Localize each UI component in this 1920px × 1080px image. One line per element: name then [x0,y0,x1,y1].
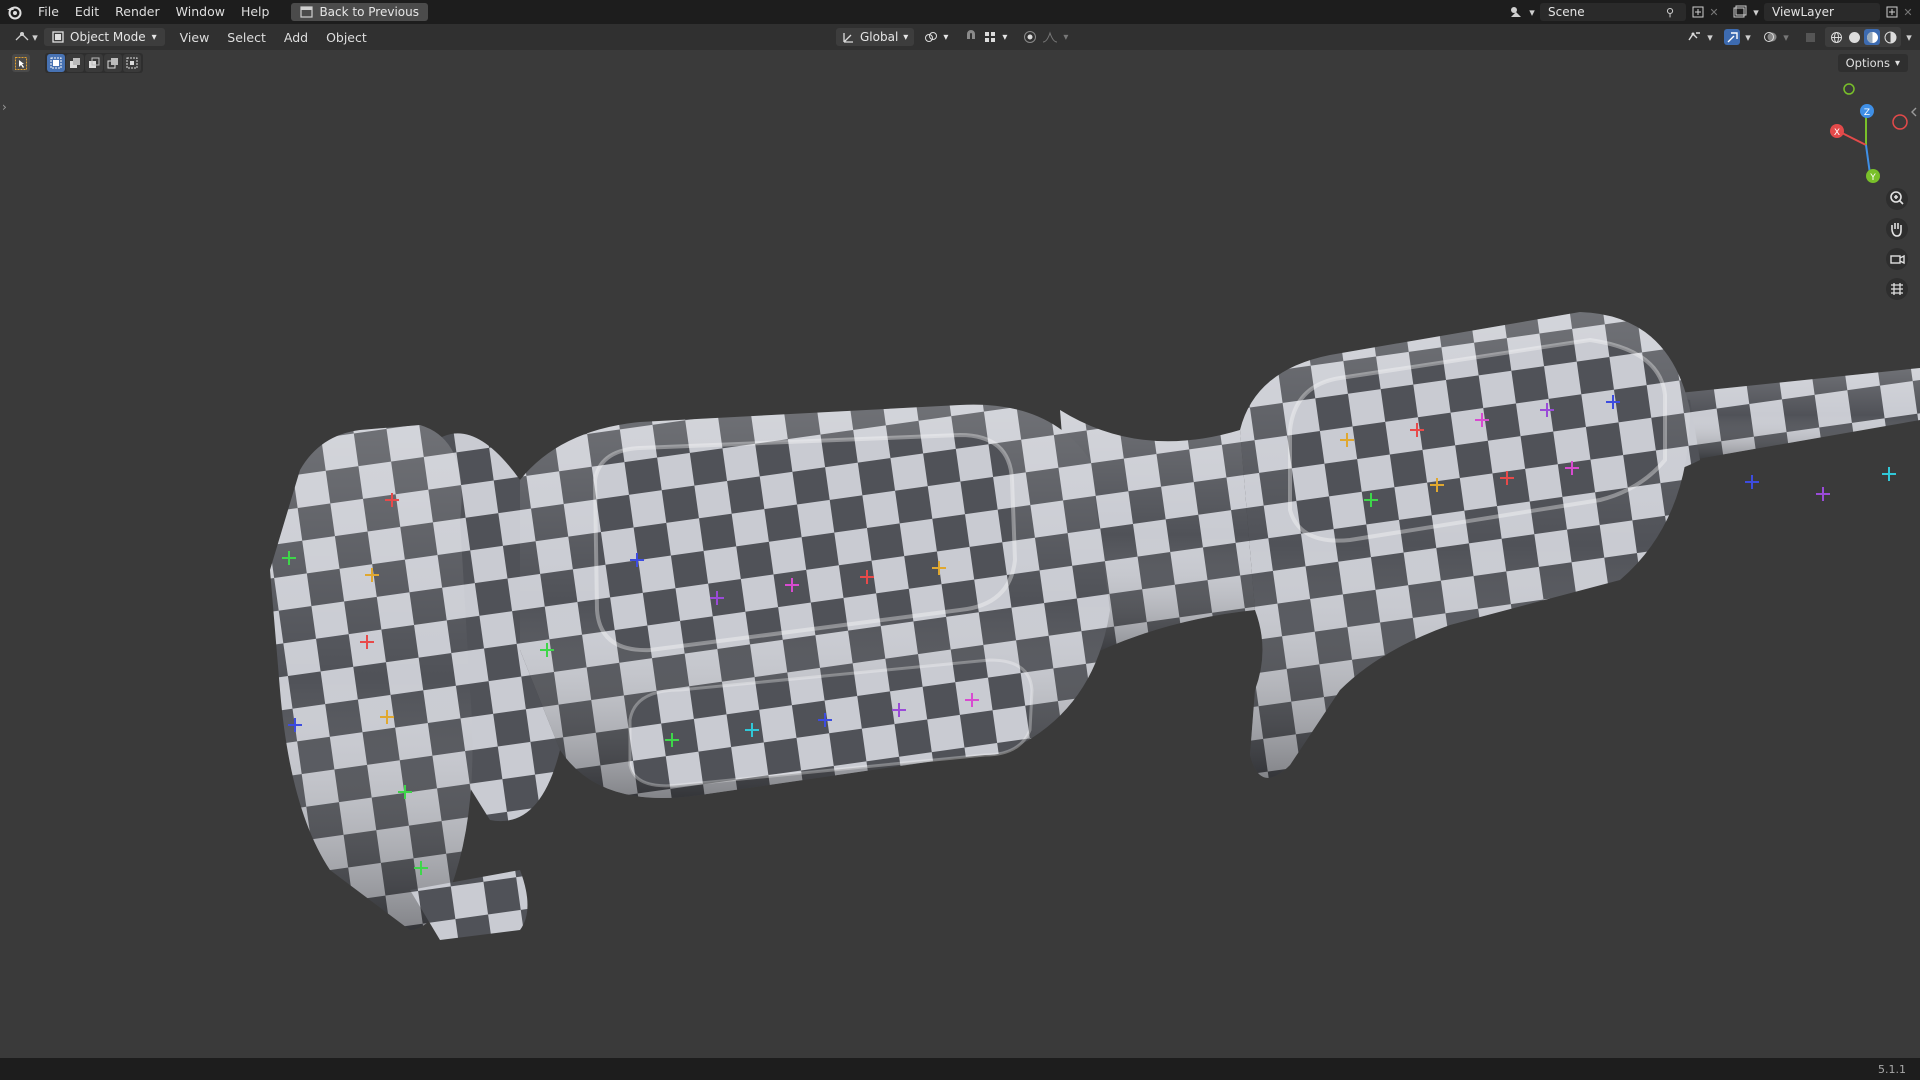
snap-icon [967,30,976,39]
menu-object[interactable]: Object [317,30,376,45]
menu-select[interactable]: Select [218,30,275,45]
pivot-point-icon [925,31,938,42]
ortho-grid-icon[interactable] [1886,278,1908,300]
transform-orientation-dropdown[interactable]: Global ▾ [836,28,915,46]
pin-icon[interactable]: ⚲ [1662,4,1678,20]
menu-add[interactable]: Add [275,30,317,45]
gizmo-toggle-icon[interactable] [1724,29,1740,45]
gizmo-neg-y-axis[interactable] [1843,83,1855,95]
chevron-down-icon[interactable]: ▾ [1705,29,1715,45]
camera-view-icon[interactable] [1886,248,1908,270]
overlays-icon[interactable] [1762,29,1778,45]
transform-tools: Global ▾ ▾ ▾ ▾ [836,24,1074,50]
top-bar: File Edit Render Window Help Back to Pre… [0,0,1920,24]
topbar-right: ▾ Scene ⚲ ✕ ▾ ViewLayer ✕ [1508,0,1920,24]
close-scene-icon[interactable]: ✕ [1706,4,1722,20]
wireframe-shading-icon[interactable] [1828,29,1844,45]
chevron-down-icon: ▾ [943,31,949,43]
scene-icon[interactable] [1508,4,1524,20]
shading-mode-group [1825,27,1901,47]
chevron-down-icon[interactable]: ▾ [1748,4,1764,20]
object-mode-icon [52,31,64,43]
proportional-edit-icon [1024,31,1037,43]
chevron-down-icon[interactable]: ▾ [1524,4,1540,20]
checkered-mesh-object[interactable] [270,312,1920,940]
scene-name: Scene [1548,5,1585,19]
rendered-shading-icon[interactable] [1882,29,1898,45]
back-to-previous-icon [300,6,314,18]
zoom-icon[interactable] [1886,188,1908,210]
solid-shading-icon[interactable] [1846,29,1862,45]
pivot-point-dropdown[interactable]: ▾ [918,28,954,46]
chevron-down-icon: ▾ [903,31,909,43]
gizmo-z-label: Z [1864,108,1870,118]
close-view-layer-icon[interactable]: ✕ [1900,4,1916,20]
chevron-down-icon: ▾ [1063,31,1069,43]
status-bar: 5.1.1 [0,1058,1920,1080]
pan-hand-icon[interactable] [1886,218,1908,240]
back-to-previous-label: Back to Previous [319,5,419,19]
sidebar-expand-arrow-icon[interactable] [1911,107,1917,117]
xray-toggle-icon[interactable] [1802,29,1818,45]
menu-edit[interactable]: Edit [67,0,107,24]
snap-target-icon [985,32,996,42]
snap-toggle[interactable]: ▾ [958,28,1013,46]
chevron-down-icon[interactable]: ▾ [1904,29,1914,45]
view-layer-field[interactable]: ViewLayer [1764,3,1880,21]
gizmo-neg-x-axis[interactable] [1892,114,1908,130]
falloff-curve-icon [1043,31,1058,43]
chevron-down-icon[interactable]: ▾ [30,29,40,45]
view-layer-name: ViewLayer [1772,5,1834,19]
chevron-down-icon[interactable]: ▾ [1781,29,1791,45]
menu-view[interactable]: View [171,30,219,45]
object-mode-dropdown[interactable]: Object Mode ▾ [44,28,165,46]
proportional-edit-toggle[interactable]: ▾ [1017,28,1074,46]
gizmo-x-label: X [1834,128,1840,138]
scene-name-field[interactable]: Scene ⚲ [1540,3,1686,21]
transform-orientation-icon [843,32,853,43]
chevron-down-icon: ▾ [1002,31,1008,43]
viewport-right-tools: ▾ ▾ ▾ ▾ [1686,24,1914,50]
chevron-down-icon[interactable]: ▾ [1743,29,1753,45]
navigation-gizmo[interactable]: Z X Y [1830,83,1908,183]
menu-help[interactable]: Help [233,0,278,24]
visibility-icon[interactable] [1686,29,1702,45]
3d-viewport[interactable]: Z X Y [0,50,1920,1058]
back-to-previous-button[interactable]: Back to Previous [291,3,428,21]
chevron-down-icon: ▾ [151,31,157,43]
viewport-header: ▾ Object Mode ▾ View Select Add Object G… [0,24,1920,50]
gizmo-y-label: Y [1869,173,1876,183]
view-layer-icon[interactable] [1732,4,1748,20]
menu-file[interactable]: File [30,0,67,24]
new-scene-icon[interactable] [1690,4,1706,20]
transform-orientation-label: Global [860,30,899,44]
material-preview-icon[interactable] [1864,29,1880,45]
menu-render[interactable]: Render [107,0,168,24]
new-view-layer-icon[interactable] [1884,4,1900,20]
version-label: 5.1.1 [1878,1062,1906,1076]
editor-type-icon[interactable] [14,29,30,45]
menu-window[interactable]: Window [168,0,233,24]
object-mode-label: Object Mode [70,30,146,44]
blender-logo-icon[interactable] [6,4,22,20]
